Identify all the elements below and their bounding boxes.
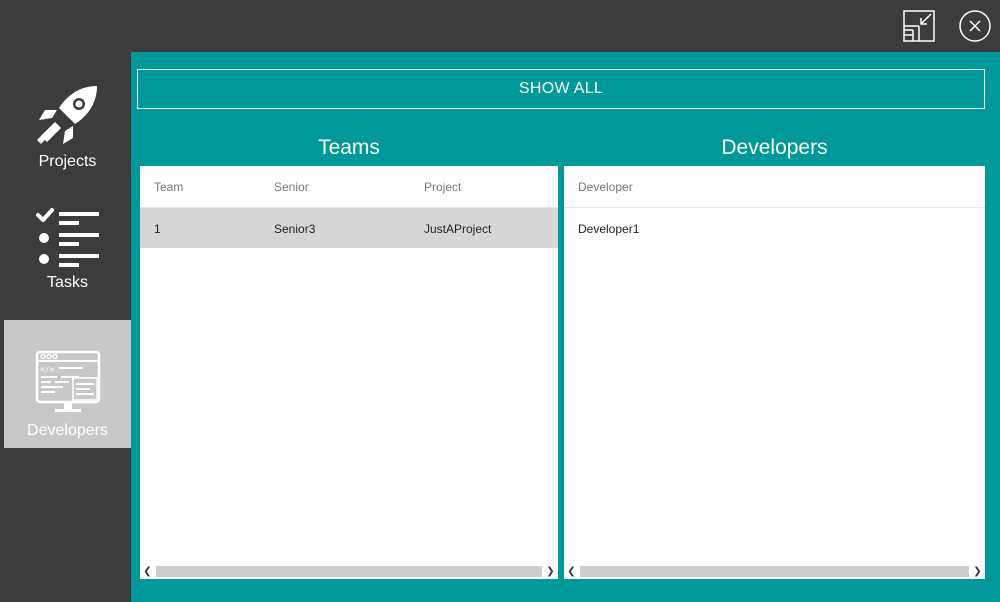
checklist-icon — [35, 202, 101, 268]
sidebar-item-label: Projects — [38, 153, 97, 170]
cell-project: JustAProject — [424, 222, 492, 236]
sidebar-item-label: Developers — [27, 422, 108, 439]
developers-table-header: Developer — [564, 166, 985, 208]
cell-team: 1 — [154, 222, 161, 236]
title-bar — [0, 0, 1000, 52]
scroll-right-arrow-icon[interactable]: ❯ — [970, 564, 985, 579]
scrollbar-thumb[interactable] — [580, 566, 969, 577]
code-window-icon: </> — [35, 350, 101, 416]
teams-table: Team Senior Project 1 Senior3 JustAProje… — [140, 166, 558, 579]
column-header-project[interactable]: Project — [424, 180, 461, 194]
restore-down-icon — [903, 10, 935, 42]
close-circle-icon — [959, 10, 991, 42]
sidebar-item-label: Tasks — [47, 274, 88, 291]
column-header-team[interactable]: Team — [154, 180, 183, 194]
show-all-button[interactable]: SHOW ALL — [137, 69, 985, 109]
cell-developer: Developer1 — [578, 222, 640, 236]
main-panel: SHOW ALL Teams Developers Team Senior Pr… — [131, 52, 1000, 602]
horizontal-scrollbar[interactable]: ❮ ❯ — [564, 564, 985, 579]
teams-title: Teams — [318, 136, 380, 159]
sidebar: Projects Tasks </> Developers — [0, 52, 131, 602]
close-button[interactable] — [958, 9, 992, 43]
sidebar-item-projects[interactable]: Projects — [4, 52, 131, 180]
restore-down-button[interactable] — [902, 9, 936, 43]
svg-text:</>: </> — [40, 365, 55, 374]
table-row[interactable]: 1 Senior3 JustAProject — [140, 208, 558, 248]
scroll-right-arrow-icon[interactable]: ❯ — [543, 564, 558, 579]
column-header-senior[interactable]: Senior — [274, 180, 309, 194]
horizontal-scrollbar[interactable]: ❮ ❯ — [140, 564, 558, 579]
developers-table: Developer Developer1 ❮ ❯ — [564, 166, 985, 579]
rocket-icon — [35, 82, 101, 148]
developers-title: Developers — [721, 136, 828, 159]
sidebar-item-tasks[interactable]: Tasks — [4, 186, 131, 314]
scroll-left-arrow-icon[interactable]: ❮ — [140, 564, 155, 579]
table-row[interactable]: Developer1 — [564, 208, 985, 248]
cell-senior: Senior3 — [274, 222, 316, 236]
scrollbar-thumb[interactable] — [156, 566, 542, 577]
scroll-left-arrow-icon[interactable]: ❮ — [564, 564, 579, 579]
sidebar-item-developers[interactable]: </> Developers — [4, 320, 131, 448]
column-header-developer[interactable]: Developer — [578, 180, 633, 194]
teams-table-header: Team Senior Project — [140, 166, 558, 208]
